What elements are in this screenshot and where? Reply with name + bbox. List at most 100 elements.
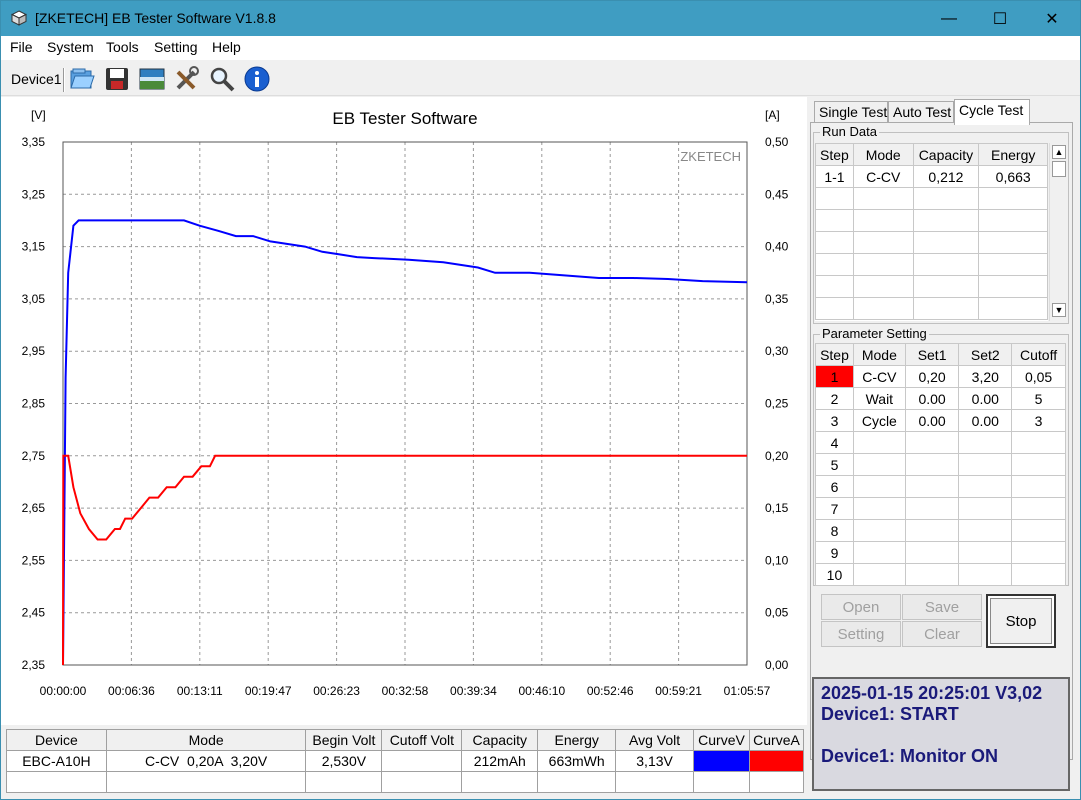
info-icon[interactable] <box>243 65 271 93</box>
param-cell-step[interactable]: 7 <box>815 497 854 520</box>
param-cell-mode[interactable] <box>852 453 906 476</box>
param-cell-set1[interactable] <box>904 453 960 476</box>
param-cell-cutoff[interactable] <box>1011 519 1066 542</box>
param-cell-mode[interactable]: C-CV <box>852 365 906 388</box>
param-cell-set2[interactable]: 0.00 <box>958 387 1013 410</box>
param-cell-step[interactable]: 9 <box>815 541 854 564</box>
param-row[interactable]: 5 <box>815 453 1066 476</box>
param-row[interactable]: 10 <box>815 563 1066 586</box>
param-cell-cutoff[interactable] <box>1011 563 1066 586</box>
open-button[interactable]: Open <box>821 594 901 620</box>
param-cell-set1[interactable] <box>904 431 960 454</box>
param-cell-set1[interactable] <box>904 475 960 498</box>
param-row[interactable]: 6 <box>815 475 1066 498</box>
empty-cell <box>105 771 307 793</box>
param-cell-set2[interactable] <box>958 519 1013 542</box>
param-cell-mode[interactable]: Cycle <box>852 409 906 432</box>
param-header-mode: Mode <box>852 343 906 366</box>
save-button[interactable]: Save <box>902 594 982 620</box>
param-cell-mode[interactable] <box>852 563 906 586</box>
menu-bar: File System Tools Setting Help <box>1 36 1080 60</box>
param-cell-set2[interactable] <box>958 497 1013 520</box>
param-cell-set1[interactable] <box>904 497 960 520</box>
param-cell-step[interactable]: 4 <box>815 431 854 454</box>
chart-title: EB Tester Software <box>332 109 477 128</box>
param-row[interactable]: 8 <box>815 519 1066 542</box>
param-cell-set2[interactable]: 3,20 <box>958 365 1013 388</box>
stop-button[interactable]: Stop <box>986 594 1056 648</box>
folder-open-icon[interactable] <box>68 65 96 93</box>
param-cell-step[interactable]: 5 <box>815 453 854 476</box>
close-button[interactable]: ✕ <box>1029 1 1075 36</box>
param-cell-set2[interactable] <box>958 431 1013 454</box>
menu-system[interactable]: System <box>47 39 94 55</box>
param-cell-step[interactable]: 2 <box>815 387 854 410</box>
param-cell-step[interactable]: 10 <box>815 563 854 586</box>
param-cell-step[interactable]: 1 <box>815 365 854 388</box>
maximize-button[interactable]: ☐ <box>977 1 1023 36</box>
param-row[interactable]: 3 Cycle 0.00 0.00 3 <box>815 409 1066 432</box>
param-cell-mode[interactable]: Wait <box>852 387 906 410</box>
param-cell-set1[interactable] <box>904 519 960 542</box>
header-capacity: Capacity <box>461 729 539 751</box>
menu-file[interactable]: File <box>10 39 33 55</box>
param-cell-cutoff[interactable] <box>1011 431 1066 454</box>
param-cell-step[interactable]: 3 <box>815 409 854 432</box>
header-mode: Mode <box>105 729 307 751</box>
param-cell-set2[interactable] <box>958 453 1013 476</box>
param-row[interactable]: 7 <box>815 497 1066 520</box>
param-cell-set1[interactable]: 0.00 <box>904 409 960 432</box>
menu-tools[interactable]: Tools <box>106 39 139 55</box>
curve-v-color-swatch[interactable] <box>693 750 750 772</box>
param-cell-mode[interactable] <box>852 497 906 520</box>
run-data-scrollbar[interactable]: ▲ ▼ <box>1049 143 1067 321</box>
param-cell-mode[interactable] <box>852 431 906 454</box>
menu-setting[interactable]: Setting <box>154 39 198 55</box>
tab-auto-test[interactable]: Auto Test <box>888 101 954 123</box>
cell-begin-volt: 2,530V <box>305 750 383 772</box>
param-cell-step[interactable]: 8 <box>815 519 854 542</box>
param-row[interactable]: 2 Wait 0.00 0.00 5 <box>815 387 1066 410</box>
scroll-up-icon[interactable]: ▲ <box>1052 145 1066 159</box>
param-cell-set1[interactable]: 0,20 <box>904 365 960 388</box>
tab-cycle-test[interactable]: Cycle Test <box>954 99 1030 125</box>
param-cell-set1[interactable] <box>904 541 960 564</box>
setting-button[interactable]: Setting <box>821 621 901 647</box>
param-cell-cutoff[interactable] <box>1011 475 1066 498</box>
param-cell-step[interactable]: 6 <box>815 475 854 498</box>
param-cell-set1[interactable] <box>904 563 960 586</box>
param-cell-cutoff[interactable]: 3 <box>1011 409 1066 432</box>
curve-a-color-swatch[interactable] <box>748 750 805 772</box>
scroll-thumb[interactable] <box>1052 161 1066 177</box>
device-selector[interactable]: Device1 <box>11 71 62 87</box>
save-icon[interactable] <box>103 65 131 93</box>
x-tick-label: 00:59:21 <box>655 684 702 698</box>
scroll-down-icon[interactable]: ▼ <box>1052 303 1066 317</box>
clear-button[interactable]: Clear <box>902 621 982 647</box>
param-cell-set2[interactable]: 0.00 <box>958 409 1013 432</box>
param-cell-set2[interactable] <box>958 541 1013 564</box>
param-cell-set1[interactable]: 0.00 <box>904 387 960 410</box>
x-tick-label: 00:26:23 <box>313 684 360 698</box>
param-row[interactable]: 1 C-CV 0,20 3,20 0,05 <box>815 365 1066 388</box>
magnifier-icon[interactable] <box>208 65 236 93</box>
menu-help[interactable]: Help <box>212 39 241 55</box>
param-cell-set2[interactable] <box>958 563 1013 586</box>
param-cell-mode[interactable] <box>852 541 906 564</box>
param-row[interactable]: 9 <box>815 541 1066 564</box>
param-cell-cutoff[interactable]: 0,05 <box>1011 365 1066 388</box>
param-cell-cutoff[interactable]: 5 <box>1011 387 1066 410</box>
minimize-button[interactable]: — <box>926 1 972 36</box>
tab-single-test[interactable]: Single Test <box>814 101 888 123</box>
param-cell-set2[interactable] <box>958 475 1013 498</box>
param-cell-cutoff[interactable] <box>1011 497 1066 520</box>
param-cell-mode[interactable] <box>852 519 906 542</box>
chart-image-icon[interactable] <box>138 65 166 93</box>
y-left-tick-label: 2,55 <box>22 553 46 567</box>
param-cell-cutoff[interactable] <box>1011 453 1066 476</box>
param-cell-mode[interactable] <box>852 475 906 498</box>
tools-icon[interactable] <box>173 65 201 93</box>
y-right-tick-label: 0,15 <box>765 501 789 515</box>
param-cell-cutoff[interactable] <box>1011 541 1066 564</box>
param-row[interactable]: 4 <box>815 431 1066 454</box>
